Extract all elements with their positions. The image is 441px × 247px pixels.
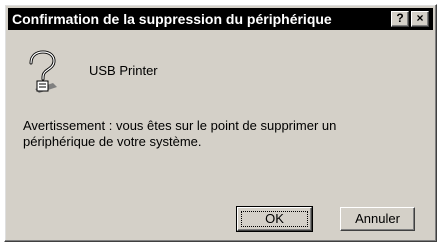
- warning-text: Avertissement : vous êtes sur le point d…: [23, 118, 337, 149]
- device-name: USB Printer: [89, 63, 158, 78]
- dialog-title: Confirmation de la suppression du périph…: [12, 11, 332, 27]
- focus-rect: [241, 211, 308, 227]
- help-button[interactable]: ?: [391, 11, 409, 27]
- close-button[interactable]: ×: [411, 11, 429, 27]
- title-bar[interactable]: Confirmation de la suppression du périph…: [8, 8, 433, 30]
- delete-device-dialog: Confirmation de la suppression du périph…: [4, 4, 437, 242]
- question-device-icon: [23, 49, 63, 95]
- cancel-button[interactable]: Annuler: [340, 207, 415, 231]
- ok-button[interactable]: OK: [236, 206, 313, 232]
